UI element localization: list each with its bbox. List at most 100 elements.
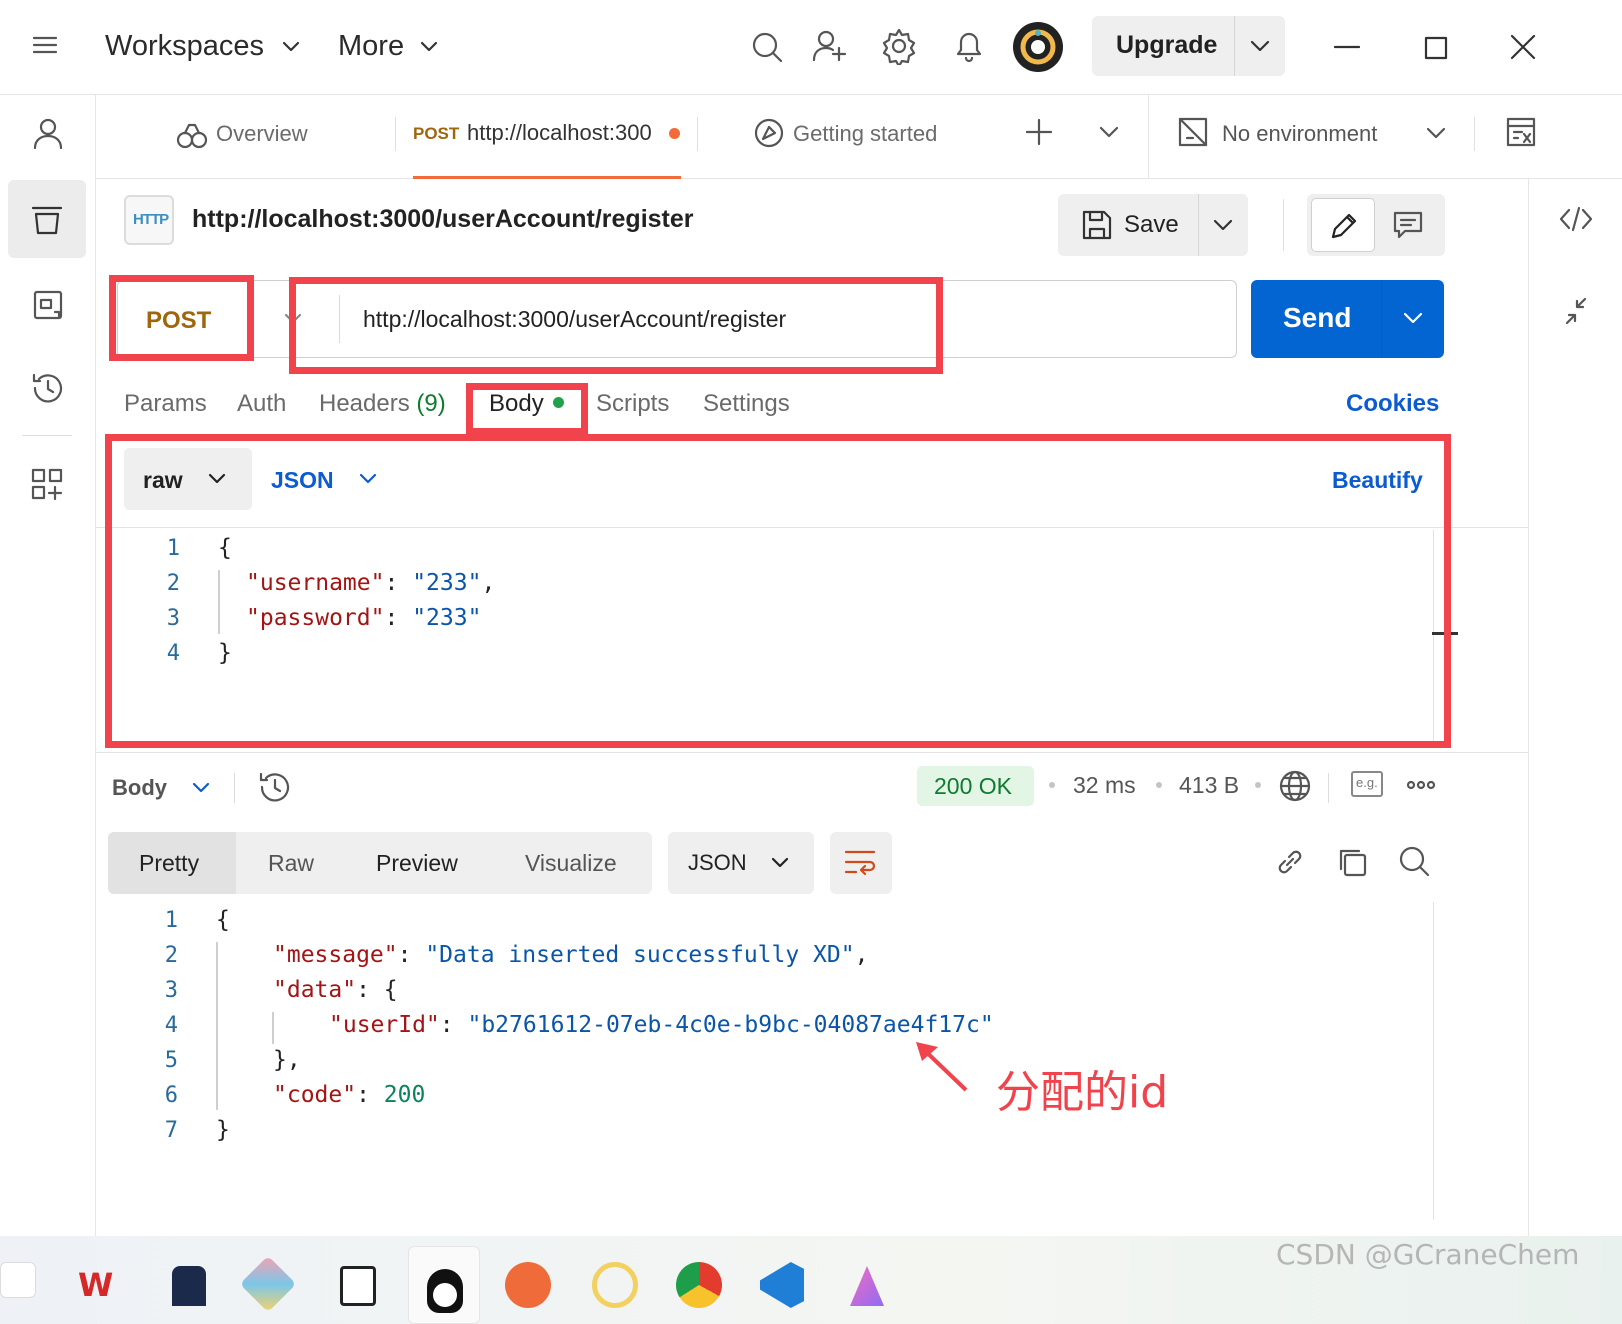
response-bar: Body 200 OK 32 ms 413 B e.g.	[96, 752, 1528, 818]
raw-mode-select[interactable]: raw	[124, 448, 252, 510]
user-icon[interactable]	[33, 117, 63, 149]
avatar[interactable]	[1013, 22, 1063, 72]
save-disk-icon	[1082, 210, 1112, 240]
request-header: HTTP http://localhost:3000/userAccount/r…	[96, 179, 1528, 269]
code-line-password: "password": "233"	[246, 605, 482, 631]
response-body-viewer[interactable]: 1 2 3 4 5 6 7 { "message": "Data inserte…	[96, 900, 1460, 1230]
url-bar: POST http://localhost:3000/userAccount/r…	[117, 280, 1237, 358]
code-snippet-icon[interactable]	[1559, 205, 1593, 233]
variables-icon[interactable]	[1506, 117, 1536, 147]
status-badge[interactable]: 200 OK	[917, 766, 1034, 806]
taskbar-app-icon[interactable]	[760, 1262, 804, 1308]
taskbar-app-icon[interactable]	[340, 1266, 376, 1306]
taskbar-app-icon[interactable]	[505, 1262, 551, 1308]
copy-link-icon[interactable]	[1274, 846, 1306, 878]
response-history-icon[interactable]	[258, 770, 292, 804]
code-line-message: "message": "Data inserted successfully X…	[273, 942, 869, 968]
minimize-window-icon[interactable]	[1334, 45, 1360, 49]
taskbar-app-icon[interactable]	[850, 1266, 884, 1306]
edit-pencil-button[interactable]	[1311, 198, 1375, 252]
workspaces-menu[interactable]: Workspaces	[105, 30, 300, 63]
more-options-icon[interactable]	[1406, 779, 1436, 791]
unsaved-changes-dot	[669, 128, 680, 139]
postman-window: Workspaces More Upgrade Overview POST ht…	[0, 0, 1622, 1324]
response-format-select[interactable]: JSON	[668, 832, 814, 894]
beautify-link[interactable]: Beautify	[1332, 467, 1423, 494]
hamburger-menu-icon[interactable]	[32, 34, 58, 56]
view-raw[interactable]: Raw	[268, 850, 314, 877]
tabs-overflow-chevron-icon[interactable]	[1099, 126, 1119, 139]
wrap-lines-button[interactable]	[830, 832, 892, 894]
tab-auth[interactable]: Auth	[237, 390, 286, 418]
tab-scripts[interactable]: Scripts	[596, 390, 669, 418]
taskbar-app-icon[interactable]	[676, 1262, 722, 1308]
collapse-panel-icon[interactable]	[1563, 297, 1589, 325]
taskbar-app-icon[interactable]: W	[78, 1266, 128, 1306]
taskbar-app-icon[interactable]	[172, 1266, 206, 1306]
view-pretty[interactable]: Pretty	[108, 832, 236, 894]
url-input[interactable]: http://localhost:3000/userAccount/regist…	[363, 306, 786, 333]
view-visualize[interactable]: Visualize	[525, 850, 617, 877]
response-view-tabs: Pretty Raw Preview Visualize	[108, 832, 652, 894]
environment-selector[interactable]: No environment	[1178, 115, 1448, 155]
copy-response-icon[interactable]	[1336, 846, 1368, 878]
taskbar-app-icon[interactable]	[0, 1262, 36, 1298]
response-scrollbar[interactable]	[1433, 902, 1459, 1220]
getting-started-icon	[754, 118, 784, 148]
wrap-lines-icon	[844, 850, 876, 876]
code-brace: }	[218, 640, 232, 666]
code-line-data: "data": {	[273, 977, 398, 1003]
maximize-window-icon[interactable]	[1424, 36, 1448, 60]
taskbar-app-icon[interactable]	[592, 1262, 638, 1308]
cookies-link[interactable]: Cookies	[1346, 390, 1439, 418]
view-toggle-group	[1307, 194, 1445, 256]
overview-icon	[176, 123, 208, 149]
notifications-bell-icon[interactable]	[953, 28, 985, 64]
more-menu[interactable]: More	[338, 30, 438, 63]
response-size[interactable]: 413 B	[1179, 772, 1239, 799]
tab-params[interactable]: Params	[124, 390, 207, 418]
new-tab-plus-icon[interactable]	[1026, 119, 1052, 145]
taskbar-app-icon[interactable]	[239, 1255, 297, 1313]
tab-settings[interactable]: Settings	[703, 390, 790, 418]
response-body-select[interactable]: Body	[112, 773, 222, 807]
search-response-icon[interactable]	[1397, 844, 1431, 878]
search-icon[interactable]	[750, 30, 784, 64]
title-bar: Workspaces More Upgrade	[0, 0, 1622, 95]
add-workspace-apps-icon[interactable]	[31, 468, 63, 500]
network-globe-icon[interactable]	[1278, 769, 1312, 803]
collections-nav-item[interactable]	[8, 180, 86, 258]
no-environment-icon	[1178, 117, 1208, 147]
response-time[interactable]: 32 ms	[1073, 772, 1136, 799]
environments-icon[interactable]	[33, 290, 63, 320]
code-line-username: "username": "233",	[246, 570, 496, 596]
view-preview[interactable]: Preview	[376, 850, 458, 877]
code-line-code: "code": 200	[273, 1082, 426, 1108]
history-icon[interactable]	[31, 371, 65, 405]
body-options-bar: raw JSON Beautify	[96, 442, 1528, 528]
http-request-icon: HTTP	[124, 195, 174, 245]
watermark: CSDN @GCraneChem	[1276, 1238, 1580, 1271]
editor-scrollbar[interactable]	[1433, 530, 1459, 742]
code-brace: {	[218, 535, 232, 561]
request-body-editor[interactable]: 1 2 3 4 { "username": "233", "password":…	[96, 530, 1460, 744]
response-view-toolbar: Pretty Raw Preview Visualize JSON	[96, 830, 1528, 894]
tab-headers[interactable]: Headers (9)	[319, 390, 446, 418]
json-language-select[interactable]: JSON	[271, 448, 391, 510]
send-button[interactable]: Send	[1251, 280, 1444, 358]
collections-icon	[31, 206, 63, 235]
close-window-icon[interactable]	[1510, 34, 1536, 60]
body-active-dot	[552, 397, 564, 409]
method-select[interactable]: POST	[118, 281, 328, 357]
tab-body[interactable]: Body	[489, 390, 564, 418]
save-button[interactable]: Save	[1058, 194, 1248, 256]
request-title[interactable]: http://localhost:3000/userAccount/regist…	[192, 205, 694, 234]
save-as-example-icon[interactable]: e.g.	[1351, 771, 1383, 797]
tab-post-request-active[interactable]: POST http://localhost:300	[413, 95, 681, 179]
settings-gear-icon[interactable]	[880, 27, 918, 65]
comments-icon[interactable]	[1393, 211, 1423, 239]
taskbar-app-icon-active[interactable]	[408, 1246, 480, 1324]
invite-user-icon[interactable]	[812, 28, 848, 64]
left-sidebar	[0, 95, 96, 1280]
upgrade-button[interactable]: Upgrade	[1092, 16, 1285, 76]
